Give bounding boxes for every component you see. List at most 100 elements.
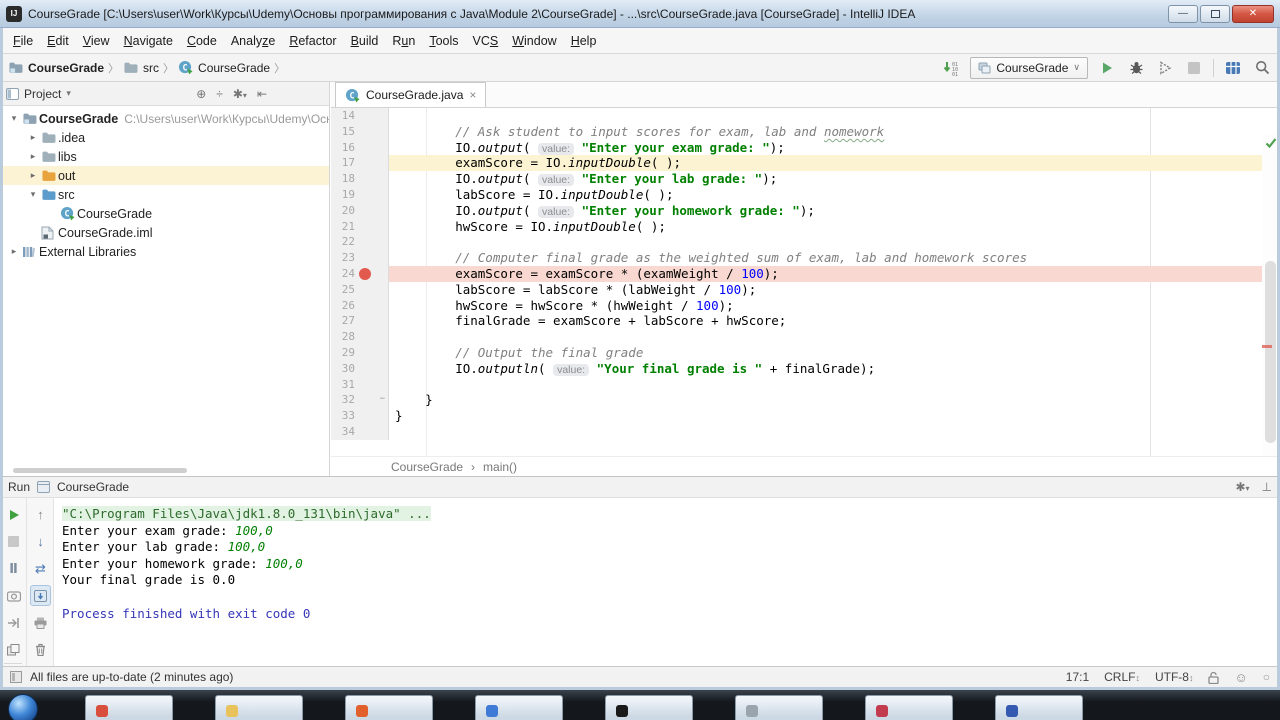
tree-item-src[interactable]: ▾src bbox=[0, 185, 329, 204]
settings-icon[interactable]: ✱▾ bbox=[1235, 480, 1249, 494]
debug-button[interactable] bbox=[1126, 58, 1146, 78]
cell-grid-icon[interactable] bbox=[1223, 58, 1243, 78]
code-line-32[interactable]: 32− } bbox=[331, 392, 1280, 408]
breadcrumb-item-src[interactable]: src bbox=[123, 61, 159, 75]
soft-wrap-icon[interactable]: ⇄ bbox=[30, 558, 51, 579]
chevron-down-icon[interactable]: ▾ bbox=[8, 113, 20, 124]
taskbar-button-4[interactable] bbox=[475, 695, 563, 720]
down-stack-icon[interactable]: ↓ bbox=[30, 531, 51, 552]
settings-icon[interactable]: ✱▾ bbox=[233, 87, 247, 101]
pause-output-icon[interactable]: Ⅱ bbox=[3, 558, 24, 579]
chevron-right-icon[interactable]: ▸ bbox=[27, 132, 39, 143]
print-icon[interactable] bbox=[30, 612, 51, 633]
code-line-17[interactable]: 17 examScore = IO.inputDouble( ); bbox=[331, 155, 1280, 171]
run-configuration-select[interactable]: CourseGrade ∨ bbox=[970, 57, 1088, 79]
notification-icon[interactable]: ○ bbox=[1263, 670, 1270, 684]
stop-icon[interactable] bbox=[3, 531, 24, 552]
gutter-line-14[interactable]: 14 bbox=[331, 108, 389, 124]
code-line-20[interactable]: 20 IO.output( value: "Enter your homewor… bbox=[331, 203, 1280, 219]
run-tab-label[interactable]: CourseGrade bbox=[57, 480, 129, 494]
coverage-button[interactable] bbox=[1155, 58, 1175, 78]
gutter-line-22[interactable]: 22 bbox=[331, 234, 389, 250]
screenshot-icon[interactable] bbox=[3, 585, 24, 606]
run-button[interactable] bbox=[1097, 58, 1117, 78]
taskbar-button-6[interactable] bbox=[735, 695, 823, 720]
hector-inspector-icon[interactable]: ☺ bbox=[1234, 670, 1247, 685]
tree-item-out[interactable]: ▸out bbox=[0, 166, 329, 185]
start-button[interactable] bbox=[8, 694, 38, 720]
gutter-line-16[interactable]: 16 bbox=[331, 140, 389, 156]
menu-item-view[interactable]: View bbox=[76, 31, 117, 51]
menu-item-edit[interactable]: Edit bbox=[40, 31, 76, 51]
gutter-line-29[interactable]: 29 bbox=[331, 345, 389, 361]
menu-item-refactor[interactable]: Refactor bbox=[282, 31, 343, 51]
gutter-line-32[interactable]: 32− bbox=[331, 392, 389, 408]
menu-item-analyze[interactable]: Analyze bbox=[224, 31, 282, 51]
code-line-33[interactable]: 33} bbox=[331, 408, 1280, 424]
code-line-14[interactable]: 14 bbox=[331, 108, 1280, 124]
horizontal-scrollbar[interactable] bbox=[13, 468, 187, 473]
close-button[interactable]: ✕ bbox=[1232, 5, 1274, 23]
menu-item-run[interactable]: Run bbox=[385, 31, 422, 51]
code-line-27[interactable]: 27 finalGrade = examScore + labScore + h… bbox=[331, 313, 1280, 329]
code-line-23[interactable]: 23 // Computer final grade as the weight… bbox=[331, 250, 1280, 266]
toolwindow-toggle-icon[interactable] bbox=[10, 671, 22, 683]
encoding-indicator[interactable]: UTF-8↕ bbox=[1155, 670, 1194, 684]
editor-breadcrumb-item[interactable]: CourseGrade bbox=[391, 460, 463, 474]
menu-item-build[interactable]: Build bbox=[344, 31, 386, 51]
locate-icon[interactable]: ⊕ bbox=[196, 87, 206, 101]
up-stack-icon[interactable]: ↑ bbox=[30, 504, 51, 525]
gutter-line-15[interactable]: 15 bbox=[331, 124, 389, 140]
tab-close-icon[interactable]: × bbox=[469, 88, 476, 102]
tree-item-coursegrade[interactable]: CCourseGrade bbox=[0, 204, 329, 223]
caret-position[interactable]: 17:1 bbox=[1066, 670, 1089, 684]
code-line-19[interactable]: 19 labScore = IO.inputDouble( ); bbox=[331, 187, 1280, 203]
exit-icon[interactable] bbox=[3, 612, 24, 633]
menu-item-window[interactable]: Window bbox=[505, 31, 563, 51]
run-console-output[interactable]: "C:\Program Files\Java\jdk1.8.0_131\bin\… bbox=[56, 498, 1280, 666]
chevron-right-icon[interactable]: ▸ bbox=[27, 170, 39, 181]
gutter-line-21[interactable]: 21 bbox=[331, 219, 389, 235]
gutter-line-28[interactable]: 28 bbox=[331, 329, 389, 345]
search-icon[interactable] bbox=[1252, 58, 1272, 78]
menu-item-file[interactable]: File bbox=[6, 31, 40, 51]
inspection-ok-icon[interactable] bbox=[1265, 137, 1277, 149]
menu-item-help[interactable]: Help bbox=[564, 31, 604, 51]
tree-item-coursegrade[interactable]: ▾CourseGradeC:\Users\user\Work\Курсы\Ude… bbox=[0, 109, 329, 128]
code-line-34[interactable]: 34 bbox=[331, 424, 1280, 440]
code-line-18[interactable]: 18 IO.output( value: "Enter your lab gra… bbox=[331, 171, 1280, 187]
rerun-icon[interactable] bbox=[3, 504, 24, 525]
hide-icon[interactable]: ⊥ bbox=[1262, 480, 1272, 494]
breadcrumb-item-coursegrade[interactable]: CourseGrade bbox=[8, 61, 104, 75]
taskbar-button-8[interactable] bbox=[995, 695, 1083, 720]
window-title-bar[interactable]: IJ CourseGrade [C:\Users\user\Work\Курсы… bbox=[0, 0, 1280, 28]
code-line-15[interactable]: 15 // Ask student to input scores for ex… bbox=[331, 124, 1280, 140]
gutter-line-18[interactable]: 18 bbox=[331, 171, 389, 187]
editor-scrollbar-thumb[interactable] bbox=[1265, 261, 1276, 443]
gutter-line-25[interactable]: 25 bbox=[331, 282, 389, 298]
gutter-line-19[interactable]: 19 bbox=[331, 187, 389, 203]
code-line-28[interactable]: 28 bbox=[331, 329, 1280, 345]
minimize-button[interactable]: — bbox=[1168, 5, 1198, 23]
gutter-line-34[interactable]: 34 bbox=[331, 424, 389, 440]
gutter-line-20[interactable]: 20 bbox=[331, 203, 389, 219]
gutter-line-23[interactable]: 23 bbox=[331, 250, 389, 266]
tree-item-coursegrade-iml[interactable]: CourseGrade.iml bbox=[0, 223, 329, 242]
breakpoint-icon[interactable] bbox=[359, 268, 371, 280]
gutter-line-30[interactable]: 30 bbox=[331, 361, 389, 377]
code-line-31[interactable]: 31 bbox=[331, 377, 1280, 393]
gutter-line-17[interactable]: 17 bbox=[331, 155, 389, 171]
sort-digits-icon[interactable]: 011001 bbox=[941, 58, 961, 78]
taskbar-button-1[interactable] bbox=[85, 695, 173, 720]
tree-item--idea[interactable]: ▸.idea bbox=[0, 128, 329, 147]
clear-all-icon[interactable] bbox=[30, 639, 51, 660]
menu-item-vcs[interactable]: VCS bbox=[466, 31, 506, 51]
chevron-right-icon[interactable]: ▸ bbox=[27, 151, 39, 162]
menu-item-tools[interactable]: Tools bbox=[422, 31, 465, 51]
tree-item-libs[interactable]: ▸libs bbox=[0, 147, 329, 166]
run-panel-header[interactable]: Run CourseGrade ✱▾ ⊥ bbox=[0, 477, 1280, 498]
restore-button[interactable] bbox=[1200, 5, 1230, 23]
code-line-21[interactable]: 21 hwScore = IO.inputDouble( ); bbox=[331, 219, 1280, 235]
project-panel-header[interactable]: Project ▾ ⊕ ÷ ✱▾ ⇤ bbox=[0, 82, 329, 106]
lock-icon[interactable] bbox=[1208, 671, 1219, 684]
